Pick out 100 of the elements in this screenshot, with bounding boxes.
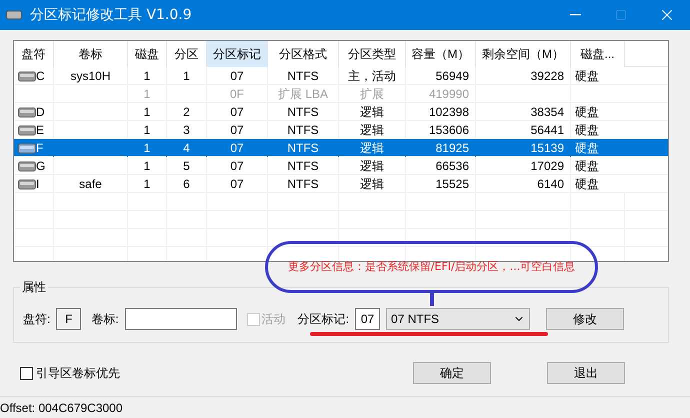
table-cell-text: 1 [144, 68, 150, 85]
table-cell-text: NTFS [287, 104, 319, 121]
table-cell-text: 硬盘 [575, 176, 599, 193]
table-cell-text: D [36, 104, 45, 121]
window-title: 分区标记修改工具 V1.0.9 [30, 6, 192, 24]
drive-icon [18, 178, 36, 190]
table-cell-text: G [36, 158, 46, 175]
annotation-text: 更多分区信息：是否系统保留/EFI/启动分区，...可空白信息 [288, 258, 576, 275]
table-cell-text: 主，活动 [348, 68, 396, 85]
table-cell-text: 56441 [530, 122, 564, 139]
table-row[interactable]: G 1 5 07 NTFS 逻辑 66536 17029 硬盘 [14, 157, 668, 175]
table-cell-text: 07 [230, 158, 244, 175]
drive-icon [18, 70, 36, 82]
table-cell-text: F [36, 140, 44, 157]
table-cell-text: 38354 [530, 104, 564, 121]
table-cell-text: 1 [144, 104, 150, 121]
maximize-icon [615, 9, 627, 21]
volume-label-field[interactable] [124, 308, 237, 330]
table-row[interactable]: D 1 2 07 NTFS 逻辑 102398 38354 硬盘 [14, 103, 668, 121]
table-cell-text: 逻辑 [360, 122, 384, 139]
table-cell-text: 81925 [436, 140, 469, 157]
table-cell-text: 1 [144, 122, 150, 139]
drive-field: F [56, 308, 82, 330]
table-cell-text: 6140 [537, 176, 564, 193]
field-label: 分区标记: [298, 311, 350, 328]
table-cell-text: 2 [183, 104, 190, 121]
table-cell-text: 逻辑 [360, 176, 384, 193]
checkbox-label: 活动 [262, 311, 286, 328]
table-cell-text: 1 [144, 140, 150, 157]
table-cell-text: 硬盘 [575, 140, 599, 157]
table-cell-text: 逻辑 [360, 140, 384, 157]
table-cell-text: 07 [230, 68, 244, 85]
table-cell-text: 0F [230, 86, 244, 103]
table-cell-text: 15525 [436, 176, 469, 193]
column-header[interactable]: 分区标记 [207, 41, 268, 67]
table-cell-text: NTFS [287, 158, 319, 175]
table-cell-text: I [36, 176, 40, 193]
table-cell-text: 扩展 [360, 86, 384, 103]
table-cell-text: 逻辑 [360, 158, 384, 175]
column-header[interactable]: 磁盘... [571, 41, 625, 67]
drive-icon [18, 160, 36, 172]
table-cell-text: 硬盘 [575, 104, 599, 121]
table-cell-text: 07 [230, 104, 244, 121]
table-cell-text: NTFS [287, 176, 319, 193]
column-header[interactable]: 卷标 [54, 41, 128, 67]
drive-icon [18, 106, 36, 118]
table-cell-text: 5 [183, 158, 190, 175]
group-title: 属性 [20, 278, 48, 296]
flag-field[interactable]: 07 [355, 308, 380, 330]
column-header[interactable]: 剩余空间（M） [476, 41, 571, 67]
table-cell-text: 硬盘 [575, 122, 599, 139]
table-cell-text: 4 [183, 140, 190, 157]
table-cell-text: 1 [144, 158, 150, 175]
table-cell-text: 6 [183, 176, 190, 193]
ok-button[interactable]: 确定 [413, 362, 491, 384]
drive-icon [18, 124, 36, 136]
field-label: 盘符: [23, 311, 50, 328]
column-header[interactable]: 分区类型 [339, 41, 406, 67]
table-cell-text: NTFS [287, 140, 319, 157]
table-cell-text: 56949 [436, 68, 469, 85]
table-cell-text: NTFS [287, 122, 319, 139]
table-row[interactable]: I safe 1 6 07 NTFS 逻辑 15525 6140 硬盘 [14, 175, 668, 193]
column-header[interactable]: 分区格式 [268, 41, 339, 67]
table-cell-text: 3 [183, 122, 190, 139]
table-cell-text: 07 [230, 122, 244, 139]
drive-icon [18, 142, 36, 154]
status-text: Offset: 004C679C3000 [0, 400, 123, 416]
drive-icon [6, 9, 22, 21]
table-cell-text: 硬盘 [575, 158, 599, 175]
column-header[interactable]: 分区 [167, 41, 207, 67]
table-cell-text: C [36, 68, 45, 85]
exit-button[interactable]: 退出 [547, 362, 625, 384]
table-row[interactable]: C sys10H 1 1 07 NTFS 主，活动 56949 39228 硬盘 [14, 67, 668, 85]
table-cell-text: 17029 [530, 158, 564, 175]
format-dropdown[interactable]: 07 NTFS [386, 308, 530, 330]
table-cell-text: NTFS [287, 68, 319, 85]
table-cell-text: safe [79, 176, 102, 193]
column-header[interactable]: 容量（M） [406, 41, 476, 67]
checkbox[interactable] [20, 366, 33, 380]
table-cell-text: 39228 [530, 68, 564, 85]
table-cell-text: 07 [230, 176, 244, 193]
table-cell-text: 66536 [436, 158, 469, 175]
table-cell-text: 逻辑 [360, 104, 384, 121]
table-cell-text: sys10H [70, 68, 110, 85]
minimize-icon [570, 14, 580, 16]
field-label: 卷标: [91, 311, 119, 328]
table-row[interactable]: F 1 4 07 NTFS 逻辑 81925 15139 硬盘 [14, 139, 668, 157]
table-cell-text: 07 [230, 140, 244, 157]
table-cell-text: 102398 [428, 104, 469, 121]
checkbox-label: 引导区卷标优先 [36, 365, 120, 382]
table-cell-text: 扩展 LBA [278, 86, 328, 103]
modify-button[interactable]: 修改 [546, 308, 624, 330]
table-cell-text: 153606 [428, 122, 469, 139]
table-cell-text: 1 [144, 86, 150, 103]
table-cell-text: 1 [183, 68, 190, 85]
table-cell-text: 1 [144, 176, 150, 193]
table-cell-text: 硬盘 [575, 68, 599, 85]
table-cell-text: 419990 [428, 86, 469, 103]
column-header[interactable]: 盘符 [14, 41, 54, 67]
column-header[interactable]: 磁盘 [128, 41, 167, 67]
